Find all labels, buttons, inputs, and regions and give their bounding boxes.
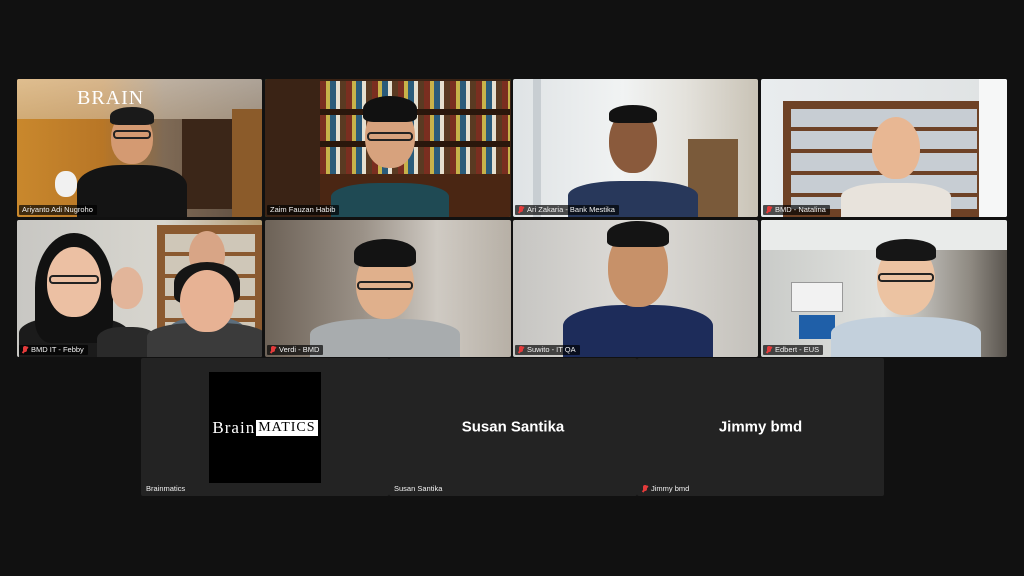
participant-name-tag: Brainmatics (143, 484, 189, 494)
participant-name: Zaim Fauzan Habib (270, 205, 336, 214)
participant-name-tag: BMD - Natalina (763, 205, 830, 215)
audio-tile-brainmatics[interactable]: Brain MATICS Brainmatics (141, 358, 389, 496)
participant-person (831, 239, 981, 357)
participant-name: Susan Santika (394, 484, 443, 493)
video-feed (265, 220, 511, 357)
participant-person (331, 92, 449, 217)
participant-name-tag: Verdi - BMD (267, 345, 324, 355)
participant-display-name: Jimmy bmd (718, 418, 803, 436)
participant-person (77, 102, 187, 217)
mic-muted-icon (518, 206, 524, 214)
audio-tile-jimmy[interactable]: Jimmy bmd Jimmy bmd (637, 358, 884, 496)
participant-name-tag: Ariyanto Adi Nugroho (19, 205, 97, 215)
participant-name: Ariyanto Adi Nugroho (22, 205, 93, 214)
video-gallery: BRAIN Ariyanto Adi Nugroho Zaim Fauzan H… (0, 0, 1024, 576)
logo-text-rest: MATICS (256, 419, 318, 436)
video-feed (17, 220, 262, 357)
participant-name: BMD IT - Febby (31, 345, 84, 354)
video-tile-verdi[interactable]: Verdi - BMD (265, 220, 511, 357)
participant-person (310, 237, 460, 357)
video-tile-zaim[interactable]: Zaim Fauzan Habib (265, 79, 511, 217)
video-feed (761, 220, 1007, 357)
participant-name: Ari Zakaria - Bank Mestika (527, 205, 615, 214)
participant-name-tag: Edbert - EUS (763, 345, 824, 355)
video-tile-edbert[interactable]: Edbert - EUS (761, 220, 1007, 357)
video-tile-natalina[interactable]: BMD - Natalina (761, 79, 1007, 217)
logo-text-first: Brain (212, 417, 256, 437)
participant-person (147, 262, 262, 357)
video-tile-ari-zakaria[interactable]: Ari Zakaria - Bank Mestika (513, 79, 758, 217)
video-feed (265, 79, 511, 217)
participant-person (563, 221, 713, 357)
participant-name-tag: BMD IT - Febby (19, 345, 88, 355)
participant-name: Brainmatics (146, 484, 186, 493)
participant-name-tag: Zaim Fauzan Habib (267, 205, 340, 215)
mic-muted-icon (518, 346, 524, 354)
mic-muted-icon (270, 346, 276, 354)
video-feed (513, 220, 758, 357)
participant-name-tag: Jimmy bmd (639, 484, 693, 494)
video-tile-febby[interactable]: BMD IT - Febby (17, 220, 262, 357)
mic-muted-icon (22, 346, 28, 354)
mic-muted-icon (766, 206, 772, 214)
brainmatics-logo: Brain MATICS (209, 372, 321, 483)
participant-name-tag: Suwito - IT QA (515, 345, 580, 355)
participant-name: Edbert - EUS (775, 345, 820, 354)
video-feed (513, 79, 758, 217)
video-feed: BRAIN (17, 79, 262, 217)
participant-name-tag: Ari Zakaria - Bank Mestika (515, 205, 619, 215)
mic-muted-icon (766, 346, 772, 354)
audio-tile-susan[interactable]: Susan Santika Susan Santika (389, 358, 637, 496)
video-tile-suwito[interactable]: Suwito - IT QA (513, 220, 758, 357)
participant-name: Suwito - IT QA (527, 345, 576, 354)
participant-person (568, 105, 698, 217)
participant-name: Verdi - BMD (279, 345, 320, 354)
participant-person (836, 105, 956, 217)
video-feed (761, 79, 1007, 217)
video-tile-ariyanto[interactable]: BRAIN Ariyanto Adi Nugroho (17, 79, 262, 217)
participant-display-name: Susan Santika (461, 418, 565, 436)
participant-name: BMD - Natalina (775, 205, 826, 214)
mic-muted-icon (642, 485, 648, 493)
participant-name-tag: Susan Santika (391, 484, 446, 494)
participant-name: Jimmy bmd (651, 484, 690, 493)
